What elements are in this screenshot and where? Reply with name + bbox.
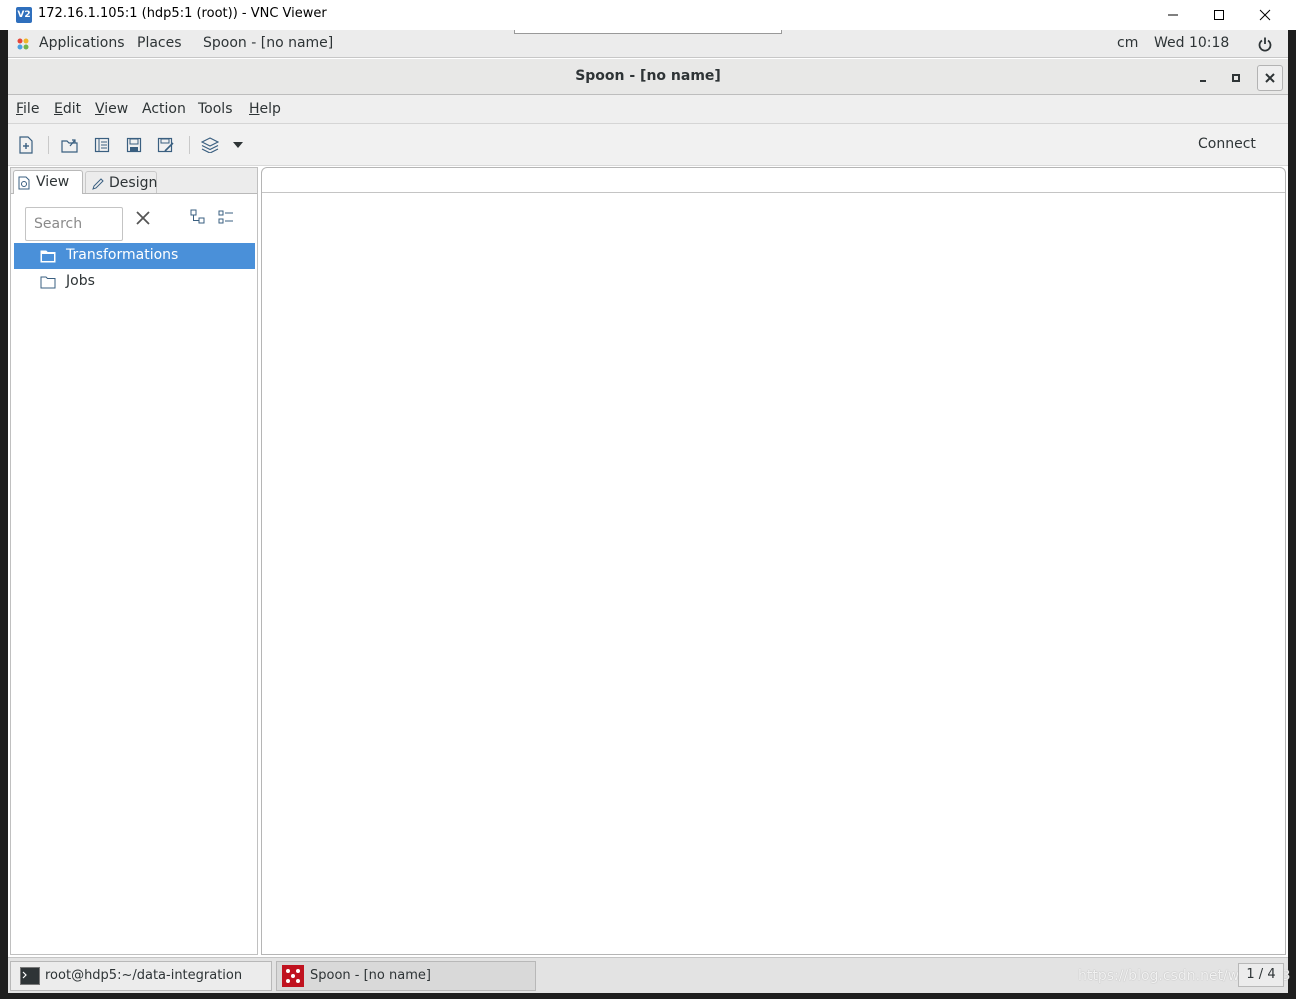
menu-file-label: ile [23, 101, 40, 117]
tree-item-jobs[interactable]: Jobs [14, 269, 255, 295]
tree-item-transformations[interactable]: Transformations [14, 243, 255, 269]
vnc-maximize-button[interactable] [1196, 0, 1242, 30]
save-as-button[interactable] [156, 135, 176, 155]
close-icon [1265, 73, 1275, 83]
top-bar-popup-stub [514, 30, 782, 34]
tab-design[interactable]: Design [85, 171, 157, 193]
menu-edit-mnemonic: E [54, 101, 63, 117]
terminal-icon [20, 967, 40, 985]
panel-tabs: View Design [11, 168, 257, 194]
spoon-close-button[interactable] [1257, 65, 1283, 91]
maximize-icon [1214, 10, 1224, 20]
menu-tools[interactable]: Tools [198, 101, 233, 117]
tree-item-label: Transformations [66, 247, 179, 263]
work-area-tab-strip [262, 168, 1285, 193]
menubar: File Edit View Action Tools Help [8, 95, 1288, 124]
spoon-maximize-button[interactable] [1223, 65, 1249, 91]
menu-view-mnemonic: V [95, 101, 105, 117]
menu-view-label: iew [104, 101, 129, 117]
view-tab-icon [18, 176, 30, 190]
workspace-indicator[interactable]: 1 / 4 [1238, 963, 1284, 987]
menu-help-label: elp [259, 101, 281, 117]
menu-help-mnemonic: H [249, 101, 260, 117]
vnc-window-title: 172.16.1.105:1 (hdp5:1 (root)) - VNC Vie… [38, 6, 327, 21]
spoon-titlebar: Spoon - [no name] [8, 59, 1288, 95]
tab-view-label: View [36, 174, 70, 190]
explore-repository-button[interactable] [92, 135, 112, 155]
menu-edit-label: dit [62, 101, 82, 117]
close-icon [1259, 9, 1271, 21]
tree-item-label: Jobs [66, 273, 95, 289]
vnc-close-button[interactable] [1242, 0, 1288, 30]
expand-tree-icon[interactable] [218, 209, 234, 225]
vnc-minimize-button[interactable] [1150, 0, 1196, 30]
tab-view[interactable]: View [13, 170, 83, 194]
pencil-icon [92, 178, 104, 190]
caret-down-icon [233, 142, 243, 148]
clock[interactable]: Wed 10:18 [1154, 35, 1229, 51]
open-folder-icon [61, 139, 78, 153]
task-spoon-label: Spoon - [no name] [310, 968, 431, 983]
menu-tools-label: Tools [198, 101, 233, 117]
folder-icon [40, 276, 56, 289]
vnc-frame-left [0, 30, 8, 999]
toolbar: Connect [8, 124, 1288, 166]
applications-menu[interactable]: Applications [39, 35, 125, 51]
taskbar: root@hdp5:~/data-integration Spoon - [no… [8, 957, 1290, 993]
vnc-logo-icon: V2 [16, 7, 32, 23]
folder-icon [40, 250, 56, 263]
toolbar-separator [48, 136, 49, 154]
task-spoon[interactable]: Spoon - [no name] [276, 961, 536, 991]
task-terminal-label: root@hdp5:~/data-integration [45, 968, 243, 983]
menu-file[interactable]: File [16, 101, 39, 117]
repository-icon [94, 137, 110, 153]
spoon-window-title: Spoon - [no name] [575, 68, 721, 84]
maximize-icon [1232, 74, 1240, 82]
left-panel: View Design Transformations Jobs [10, 167, 258, 955]
user-menu[interactable]: cm [1117, 35, 1138, 51]
menu-view[interactable]: View [95, 101, 128, 117]
layers-icon [201, 137, 219, 153]
tab-design-label: Design [109, 175, 158, 191]
menu-action[interactable]: Action [142, 101, 186, 117]
clear-search-icon[interactable] [133, 208, 153, 228]
save-icon [126, 137, 142, 153]
menu-edit[interactable]: Edit [54, 101, 81, 117]
gnome-top-bar: Applications Places Spoon - [no name] cm… [8, 30, 1288, 58]
work-area[interactable] [261, 167, 1286, 955]
perspective-button[interactable] [200, 135, 220, 155]
new-file-button[interactable] [16, 135, 36, 155]
toolbar-separator [189, 136, 190, 154]
spoon-app-icon [282, 965, 304, 987]
save-as-icon [157, 137, 174, 153]
connect-button[interactable]: Connect [1198, 136, 1256, 152]
minimize-icon [1200, 80, 1206, 82]
vnc-frame-right [1288, 30, 1296, 999]
perspective-dropdown[interactable] [228, 135, 248, 155]
active-window-menu[interactable]: Spoon - [no name] [203, 35, 333, 51]
menu-action-label: Action [142, 101, 186, 117]
open-file-button[interactable] [60, 135, 80, 155]
menu-file-mnemonic: F [16, 101, 24, 117]
menu-help[interactable]: Help [249, 101, 281, 117]
minimize-icon [1168, 14, 1178, 16]
search-input[interactable] [25, 207, 123, 241]
applications-icon [17, 38, 29, 50]
vnc-titlebar: V2 172.16.1.105:1 (hdp5:1 (root)) - VNC … [0, 0, 1296, 30]
vnc-frame-bottom [0, 993, 1296, 999]
places-menu[interactable]: Places [137, 35, 182, 51]
spoon-minimize-button[interactable] [1190, 65, 1216, 91]
collapse-tree-icon[interactable] [190, 209, 206, 225]
task-terminal[interactable]: root@hdp5:~/data-integration [10, 961, 272, 991]
save-button[interactable] [124, 135, 144, 155]
new-file-icon [19, 136, 33, 154]
power-icon[interactable] [1257, 36, 1273, 52]
